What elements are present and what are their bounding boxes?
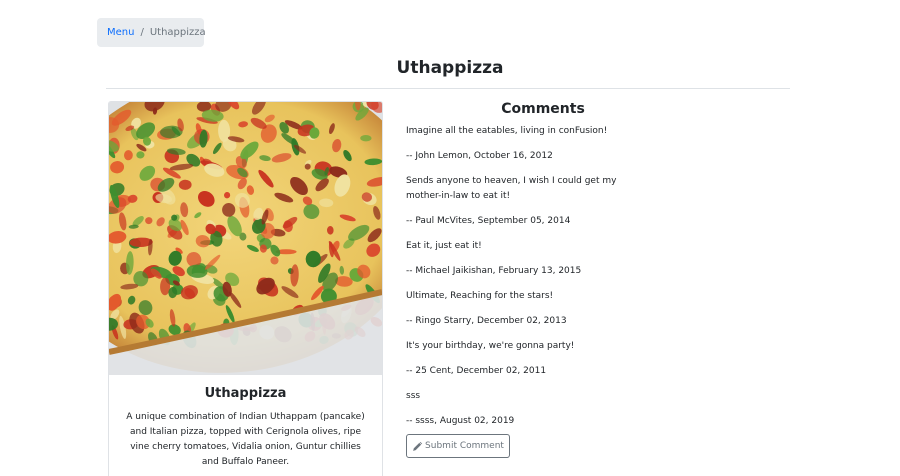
dish-description: A unique combination of Indian Uthappam … bbox=[126, 412, 365, 467]
comment-text: Sends anyone to heaven, I wish I could g… bbox=[406, 176, 617, 201]
submit-comment-label: Submit Comment bbox=[425, 441, 504, 451]
dish-card: Uthappizza A unique combination of India… bbox=[108, 101, 383, 476]
comment-text: sss bbox=[406, 391, 421, 401]
dish-name: Uthappizza bbox=[204, 386, 287, 401]
comment-text: Ultimate, Reaching for the stars! bbox=[406, 291, 554, 301]
comments-title: Comments bbox=[501, 101, 585, 117]
comment-text: Imagine all the eatables, living in conF… bbox=[406, 126, 608, 136]
comment-meta: -- Ringo Starry, December 02, 2013 bbox=[406, 316, 567, 326]
comment-meta: -- John Lemon, October 16, 2012 bbox=[406, 151, 553, 161]
comment-text: It's your birthday, we're gonna party! bbox=[406, 341, 575, 351]
breadcrumb-separator: / bbox=[140, 27, 144, 38]
comment-meta: -- Paul McVites, September 05, 2014 bbox=[406, 216, 571, 226]
page-title: Uthappizza bbox=[396, 58, 504, 78]
comment-meta: -- Michael Jaikishan, February 13, 2015 bbox=[406, 266, 582, 276]
pizza-photo-icon bbox=[109, 102, 382, 375]
title-divider bbox=[106, 88, 790, 89]
comment-text: Eat it, just eat it! bbox=[406, 241, 482, 251]
breadcrumb-menu-link[interactable]: Menu bbox=[107, 27, 134, 38]
comment-list: Imagine all the eatables, living in conF… bbox=[406, 124, 650, 439]
breadcrumb-current: Uthappizza bbox=[149, 27, 206, 38]
submit-comment-button[interactable]: Submit Comment bbox=[406, 434, 510, 458]
breadcrumb: Menu / Uthappizza bbox=[97, 18, 206, 47]
pizza-image bbox=[109, 102, 382, 375]
comment-meta: -- ssss, August 02, 2019 bbox=[406, 416, 515, 426]
comment-meta: -- 25 Cent, December 02, 2011 bbox=[406, 366, 547, 376]
pencil-icon bbox=[412, 441, 423, 452]
